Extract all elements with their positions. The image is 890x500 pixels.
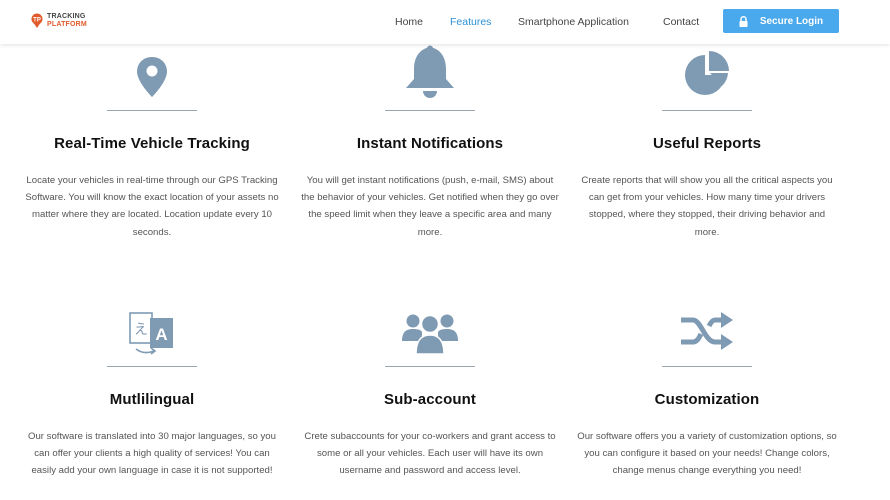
feature-title: Real-Time Vehicle Tracking bbox=[54, 135, 250, 152]
nav-features[interactable]: Features bbox=[450, 16, 491, 28]
logo[interactable]: TP TRACKING PLATFORM bbox=[30, 13, 87, 29]
pie-chart-icon bbox=[685, 51, 729, 95]
logo-mark-icon: TP bbox=[31, 13, 43, 28]
divider bbox=[107, 110, 197, 111]
feature-title: Sub-account bbox=[384, 391, 476, 408]
translate-icon: え A bbox=[129, 312, 173, 355]
feature-title: Instant Notifications bbox=[356, 135, 504, 152]
feature-title: Customization bbox=[654, 391, 760, 408]
feature-description: Our software offers you a variety of cus… bbox=[577, 431, 837, 477]
feature-description: Crete subaccounts for your co-workers an… bbox=[304, 431, 556, 477]
feature-description: Locate your vehicles in real-time throug… bbox=[25, 175, 279, 238]
feature-title: Mutlilingual bbox=[109, 391, 195, 408]
feature-multilingual: え A Mutlilingual Our software is transla… bbox=[12, 300, 292, 480]
nav-home[interactable]: Home bbox=[395, 16, 423, 28]
svg-text:え: え bbox=[134, 322, 148, 338]
lock-icon bbox=[739, 15, 748, 27]
secure-login-label: Secure Login bbox=[759, 15, 824, 27]
divider bbox=[662, 366, 752, 367]
feature-description: Our software is translated into 30 major… bbox=[28, 431, 276, 477]
feature-sub-account: Sub-account Crete subaccounts for your c… bbox=[290, 300, 570, 480]
feature-title: Useful Reports bbox=[652, 135, 762, 152]
feature-customization: Customization Our software offers you a … bbox=[567, 300, 847, 480]
logo-text-line1: TRACKING bbox=[47, 13, 86, 20]
divider bbox=[385, 110, 475, 111]
feature-instant-notifications: Instant Notifications You will get insta… bbox=[290, 44, 570, 241]
divider bbox=[662, 110, 752, 111]
nav-contact[interactable]: Contact bbox=[663, 16, 699, 28]
secure-login-button[interactable]: Secure Login bbox=[723, 9, 839, 33]
logo-text-line2: PLATFORM bbox=[47, 21, 87, 28]
users-icon bbox=[402, 314, 458, 355]
nav-smartphone-application[interactable]: Smartphone Application bbox=[518, 16, 629, 28]
map-pin-icon bbox=[137, 57, 167, 97]
shuffle-icon bbox=[681, 312, 733, 350]
divider bbox=[107, 366, 197, 367]
feature-description: Create reports that will show you all th… bbox=[581, 175, 833, 238]
feature-real-time-tracking: Real-Time Vehicle Tracking Locate your v… bbox=[12, 44, 292, 241]
svg-text:TP: TP bbox=[33, 18, 41, 24]
bell-icon bbox=[406, 45, 454, 98]
divider bbox=[385, 366, 475, 367]
feature-description: You will get instant notifications (push… bbox=[301, 175, 559, 238]
feature-useful-reports: Useful Reports Create reports that will … bbox=[567, 44, 847, 241]
top-navbar: TP TRACKING PLATFORM Home Features Smart… bbox=[0, 0, 890, 44]
svg-text:A: A bbox=[155, 325, 167, 344]
